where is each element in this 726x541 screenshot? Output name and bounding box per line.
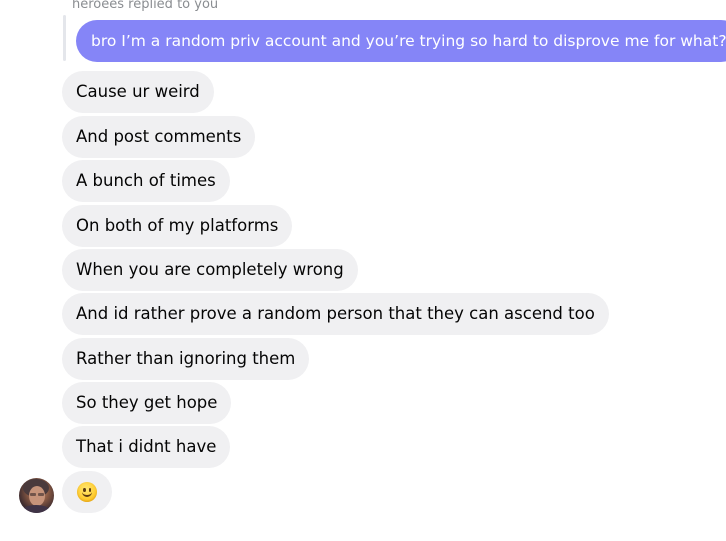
message-bubble[interactable]: And post comments <box>62 116 256 158</box>
avatar[interactable] <box>19 478 54 513</box>
message-bubble[interactable]: That i didnt have <box>62 426 231 468</box>
reply-indicator-bar <box>63 15 66 61</box>
message-bubble[interactable]: A bunch of times <box>62 160 230 202</box>
message-bubble[interactable]: Cause ur weird <box>62 71 214 113</box>
message-bubble[interactable]: And id rather prove a random person that… <box>62 293 609 335</box>
quoted-message-bubble[interactable]: bro I’m a random priv account and you’re… <box>76 20 726 62</box>
message-bubble[interactable]: Rather than ignoring them <box>62 338 310 380</box>
message-bubble[interactable]: So they get hope <box>62 382 232 424</box>
emoji-message-bubble[interactable] <box>62 471 112 513</box>
message-bubble[interactable]: On both of my platforms <box>62 205 293 247</box>
slightly-smiling-face-icon <box>77 482 97 502</box>
reply-header: heroees replied to you <box>72 0 219 12</box>
message-bubble[interactable]: When you are completely wrong <box>62 249 358 291</box>
